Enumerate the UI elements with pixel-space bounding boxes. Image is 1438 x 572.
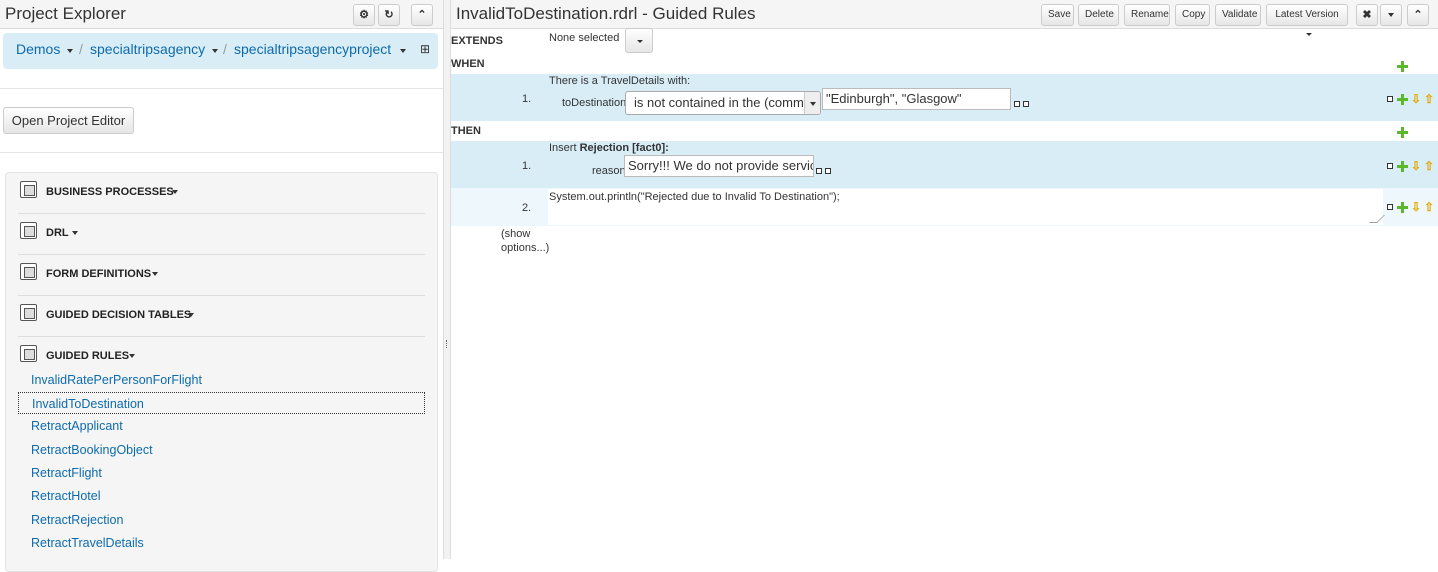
rule-item[interactable]: RetractHotel: [18, 485, 425, 507]
add-icon[interactable]: [1397, 94, 1408, 105]
remove-icon[interactable]: [1014, 101, 1020, 107]
field-label: toDestination: [562, 97, 627, 109]
refresh-icon[interactable]: ↻: [378, 4, 400, 26]
version-dropdown[interactable]: Latest Version: [1266, 4, 1348, 36]
remove-icon[interactable]: [1387, 96, 1393, 102]
chevron-down-icon: [129, 354, 135, 358]
operator-select[interactable]: is not contained in the (comm: [625, 91, 821, 115]
action-row: 1. Insert Rejection [fact0]: reason Sorr…: [451, 141, 1438, 188]
expand-icon[interactable]: ⊞: [420, 42, 430, 56]
group-drl[interactable]: DRL: [18, 214, 425, 255]
chevron-down-icon[interactable]: [400, 49, 406, 53]
rule-item[interactable]: RetractRejection: [18, 509, 425, 531]
copy-button[interactable]: Copy: [1175, 4, 1210, 26]
add-condition-icon[interactable]: [1397, 61, 1408, 72]
remove-icon[interactable]: [825, 168, 831, 174]
group-guided-decision-tables[interactable]: GUIDED DECISION TABLES: [18, 296, 425, 337]
chevron-down-icon: [1305, 32, 1312, 36]
pattern-label[interactable]: There is a TravelDetails with:: [549, 75, 690, 87]
chevron-down-icon: [804, 92, 820, 114]
guided-rule-editor: InvalidToDestination.rdrl - Guided Rules…: [451, 0, 1438, 559]
chevron-down-icon: [72, 231, 78, 235]
insert-label: Insert Rejection [fact0]:: [549, 142, 669, 154]
chevron-down-icon[interactable]: [1380, 4, 1402, 26]
extends-value: None selected: [549, 32, 620, 44]
group-business-processes[interactable]: BUSINESS PROCESSES: [18, 173, 425, 214]
breadcrumb-repo[interactable]: specialtripsagency: [90, 41, 205, 57]
move-down-icon[interactable]: ⇩: [1411, 93, 1422, 105]
breadcrumb-project[interactable]: specialtripsagencyproject: [234, 41, 391, 57]
remove-icon[interactable]: [1387, 204, 1393, 210]
chevron-down-icon: [188, 313, 194, 317]
save-button[interactable]: Save: [1041, 4, 1074, 26]
extends-label: EXTENDS: [451, 35, 503, 47]
project-explorer-panel: Project Explorer ⚙ ↻ ⌃ Demos / specialtr…: [0, 0, 443, 572]
rule-item[interactable]: InvalidRatePerPersonForFlight: [18, 369, 425, 391]
rule-item[interactable]: RetractBookingObject: [18, 439, 425, 461]
explorer-titlebar: Project Explorer ⚙ ↻ ⌃: [0, 0, 443, 29]
rule-item[interactable]: RetractTravelDetails: [18, 532, 425, 554]
gear-icon[interactable]: ⚙: [353, 4, 375, 26]
decision-table-icon: [20, 304, 37, 321]
extends-dropdown-button[interactable]: [625, 28, 653, 53]
breadcrumb-org[interactable]: Demos: [16, 41, 60, 57]
rename-button[interactable]: Rename: [1124, 4, 1170, 26]
project-tree: BUSINESS PROCESSES DRL FORM DEFINITIONS …: [5, 172, 438, 572]
rule-item[interactable]: RetractFlight: [18, 462, 425, 484]
chevron-down-icon[interactable]: [67, 49, 73, 53]
remove-icon[interactable]: [1387, 163, 1393, 169]
breadcrumb: Demos / specialtripsagency / specialtrip…: [3, 33, 438, 69]
insert-fact[interactable]: Rejection [fact0]: [580, 142, 666, 154]
chevron-down-icon: [152, 272, 158, 276]
remove-icon[interactable]: [816, 168, 822, 174]
field-label: reason: [592, 165, 626, 177]
collapse-icon[interactable]: ⌃: [1407, 4, 1429, 26]
rule-item[interactable]: RetractApplicant: [18, 415, 425, 437]
form-definition-icon: [20, 263, 37, 280]
show-options-link[interactable]: (show options...): [501, 227, 556, 255]
add-action-icon[interactable]: [1397, 127, 1408, 138]
editor-title: InvalidToDestination.rdrl - Guided Rules: [456, 4, 756, 23]
resize-handle[interactable]: [1369, 215, 1385, 223]
open-project-editor-button[interactable]: Open Project Editor: [3, 107, 134, 134]
add-icon[interactable]: [1397, 202, 1408, 213]
condition-row: 1. There is a TravelDetails with: toDest…: [451, 74, 1438, 121]
move-up-icon[interactable]: ⇧: [1424, 201, 1435, 213]
business-process-icon: [20, 181, 37, 198]
remove-icon[interactable]: [1023, 101, 1029, 107]
collapse-icon[interactable]: ⌃: [411, 4, 433, 26]
move-down-icon[interactable]: ⇩: [1411, 201, 1422, 213]
delete-button[interactable]: Delete: [1078, 4, 1119, 26]
when-label: WHEN: [451, 58, 485, 70]
condition-value-input[interactable]: "Edinburgh", "Glasgow": [822, 88, 1011, 110]
rule-item-selected[interactable]: InvalidToDestination: [18, 392, 425, 414]
chevron-down-icon: [172, 190, 178, 194]
editor-titlebar: InvalidToDestination.rdrl - Guided Rules…: [451, 0, 1438, 36]
guided-rule-icon: [20, 345, 37, 362]
drl-file-icon: [20, 222, 37, 239]
move-up-icon[interactable]: ⇧: [1424, 160, 1435, 172]
reason-input[interactable]: Sorry!!! We do not provide service: [624, 155, 814, 177]
explorer-title: Project Explorer: [5, 4, 126, 23]
code-textarea[interactable]: System.out.println("Rejected due to Inva…: [548, 189, 1385, 225]
move-down-icon[interactable]: ⇩: [1411, 160, 1422, 172]
group-form-definitions[interactable]: FORM DEFINITIONS: [18, 255, 425, 296]
then-label: THEN: [451, 125, 481, 137]
panel-splitter[interactable]: [443, 0, 451, 559]
move-up-icon[interactable]: ⇧: [1424, 93, 1435, 105]
close-icon[interactable]: ✖: [1356, 4, 1378, 26]
add-icon[interactable]: [1397, 161, 1408, 172]
validate-button[interactable]: Validate: [1215, 4, 1261, 26]
chevron-down-icon[interactable]: [212, 49, 218, 53]
